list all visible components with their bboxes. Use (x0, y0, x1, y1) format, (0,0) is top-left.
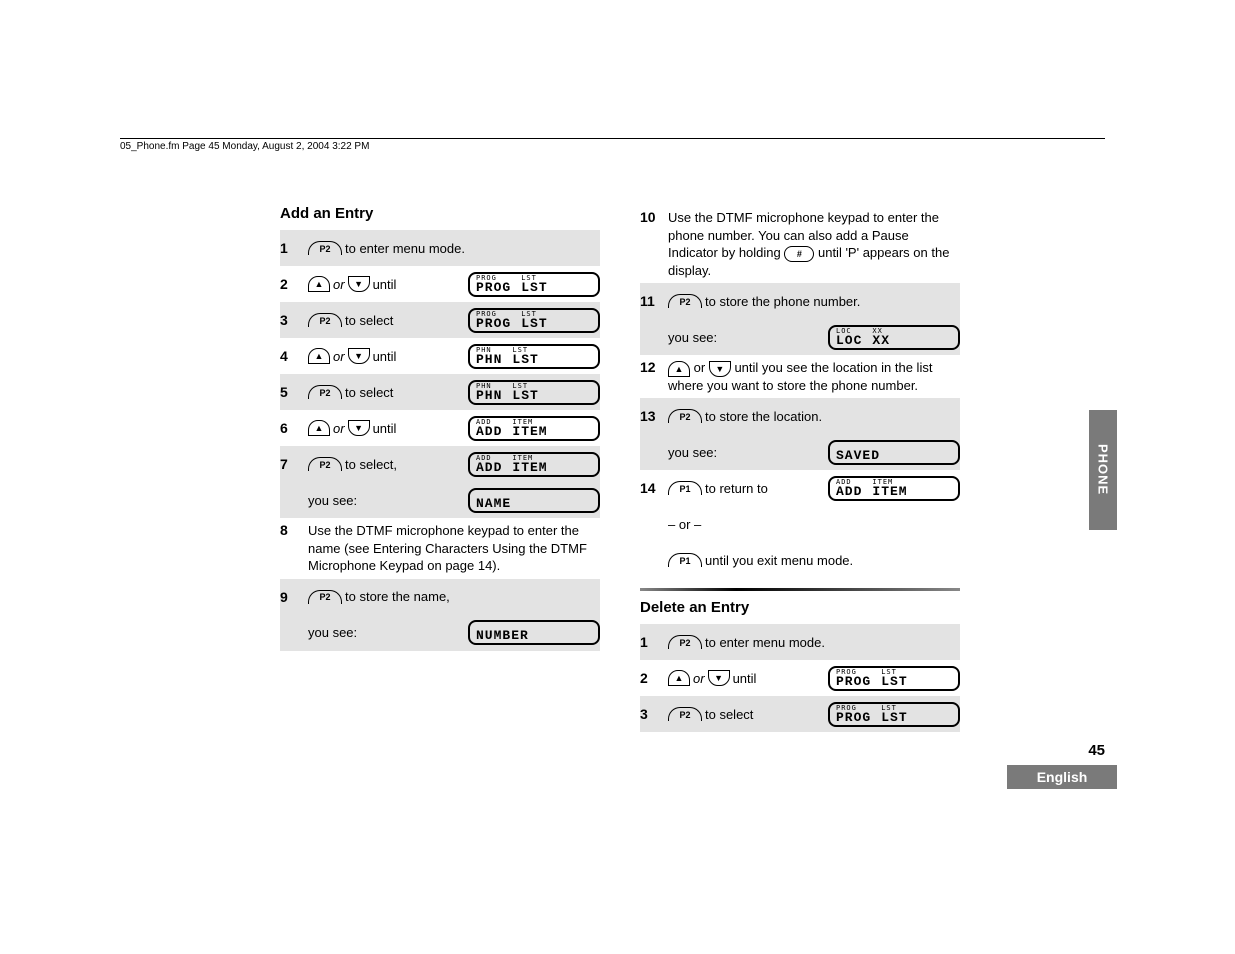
up-arrow-icon: ▲ (308, 348, 330, 364)
down-arrow-icon: ▼ (709, 361, 731, 377)
lcd-phn-lst: PHNPHN LSTLST (468, 380, 600, 405)
section-divider (640, 588, 960, 591)
add-step-14: 14 P1 to return to ADDADD ITEMITEM (640, 470, 960, 506)
header-text: 05_Phone.fm Page 45 Monday, August 2, 20… (120, 141, 369, 152)
lcd-prog-lst: PROGPROG LSTLST (828, 702, 960, 727)
add-step-11: 11 P2 to store the phone number. (640, 283, 960, 319)
side-tab-phone: PHONE (1089, 410, 1117, 530)
lcd-add-item: ADDADD ITEMITEM (828, 476, 960, 501)
add-step-9b: you see: NUMBER (280, 615, 600, 651)
p2-key-icon: P2 (668, 635, 702, 649)
add-step-1: 1 P2 to enter menu mode. (280, 230, 600, 266)
page-header: 05_Phone.fm Page 45 Monday, August 2, 20… (120, 138, 1105, 152)
add-step-3: 3 P2 to select PROGPROG LSTLST (280, 302, 600, 338)
lcd-prog-lst: PROGPROG LSTLST (468, 308, 600, 333)
up-arrow-icon: ▲ (308, 420, 330, 436)
lcd-prog-lst: PROGPROG LSTLST (828, 666, 960, 691)
add-step-14c: P1 until you exit menu mode. (640, 542, 960, 578)
lcd-name: NAME (468, 488, 600, 513)
lcd-add-item: ADDADD ITEMITEM (468, 416, 600, 441)
page-content: Add an Entry 1 P2 to enter menu mode. 2 … (280, 205, 960, 732)
add-step-9: 9 P2 to store the name, (280, 579, 600, 615)
add-step-7b: you see: NAME (280, 482, 600, 518)
add-step-11b: you see: LOCLOC XXXX (640, 319, 960, 355)
p2-key-icon: P2 (308, 590, 342, 604)
up-arrow-icon: ▲ (308, 276, 330, 292)
p2-key-icon: P2 (668, 409, 702, 423)
lcd-prog-lst: PROGPROG LSTLST (468, 272, 600, 297)
page-number: 45 (1088, 742, 1105, 759)
lcd-number: NUMBER (468, 620, 600, 645)
add-entry-title: Add an Entry (280, 205, 600, 222)
lcd-saved: SAVED (828, 440, 960, 465)
add-step-13: 13 P2 to store the location. (640, 398, 960, 434)
down-arrow-icon: ▼ (348, 348, 370, 364)
add-step-8: 8 Use the DTMF microphone keypad to ente… (280, 518, 600, 579)
language-tab: English (1007, 765, 1117, 789)
add-step-7: 7 P2 to select, ADDADD ITEMITEM (280, 446, 600, 482)
add-step-12: 12 ▲ or ▼ until you see the location in … (640, 355, 960, 398)
lcd-loc-xx: LOCLOC XXXX (828, 325, 960, 350)
del-step-1: 1 P2 to enter menu mode. (640, 624, 960, 660)
add-step-10: 10 Use the DTMF microphone keypad to ent… (640, 205, 960, 283)
p2-key-icon: P2 (308, 313, 342, 327)
p2-key-icon: P2 (308, 457, 342, 471)
right-column: 10 Use the DTMF microphone keypad to ent… (640, 205, 960, 732)
left-column: Add an Entry 1 P2 to enter menu mode. 2 … (280, 205, 600, 732)
p2-key-icon: P2 (668, 707, 702, 721)
add-step-14b: – or – (640, 506, 960, 542)
del-step-3: 3 P2 to select PROGPROG LSTLST (640, 696, 960, 732)
lcd-add-item: ADDADD ITEMITEM (468, 452, 600, 477)
p1-key-icon: P1 (668, 553, 702, 567)
p1-key-icon: P1 (668, 481, 702, 495)
add-step-2: 2 ▲ or ▼ until PROGPROG LSTLST (280, 266, 600, 302)
add-step-4: 4 ▲ or ▼ until PHNPHN LSTLST (280, 338, 600, 374)
del-step-2: 2 ▲ or ▼ until PROGPROG LSTLST (640, 660, 960, 696)
p2-key-icon: P2 (308, 241, 342, 255)
down-arrow-icon: ▼ (348, 276, 370, 292)
delete-entry-title: Delete an Entry (640, 599, 960, 616)
down-arrow-icon: ▼ (708, 670, 730, 686)
up-arrow-icon: ▲ (668, 670, 690, 686)
add-step-6: 6 ▲ or ▼ until ADDADD ITEMITEM (280, 410, 600, 446)
up-arrow-icon: ▲ (668, 361, 690, 377)
p2-key-icon: P2 (308, 385, 342, 399)
add-step-5: 5 P2 to select PHNPHN LSTLST (280, 374, 600, 410)
add-step-13b: you see: SAVED (640, 434, 960, 470)
p2-key-icon: P2 (668, 294, 702, 308)
lcd-phn-lst: PHNPHN LSTLST (468, 344, 600, 369)
hash-key-icon: # (784, 246, 814, 262)
down-arrow-icon: ▼ (348, 420, 370, 436)
